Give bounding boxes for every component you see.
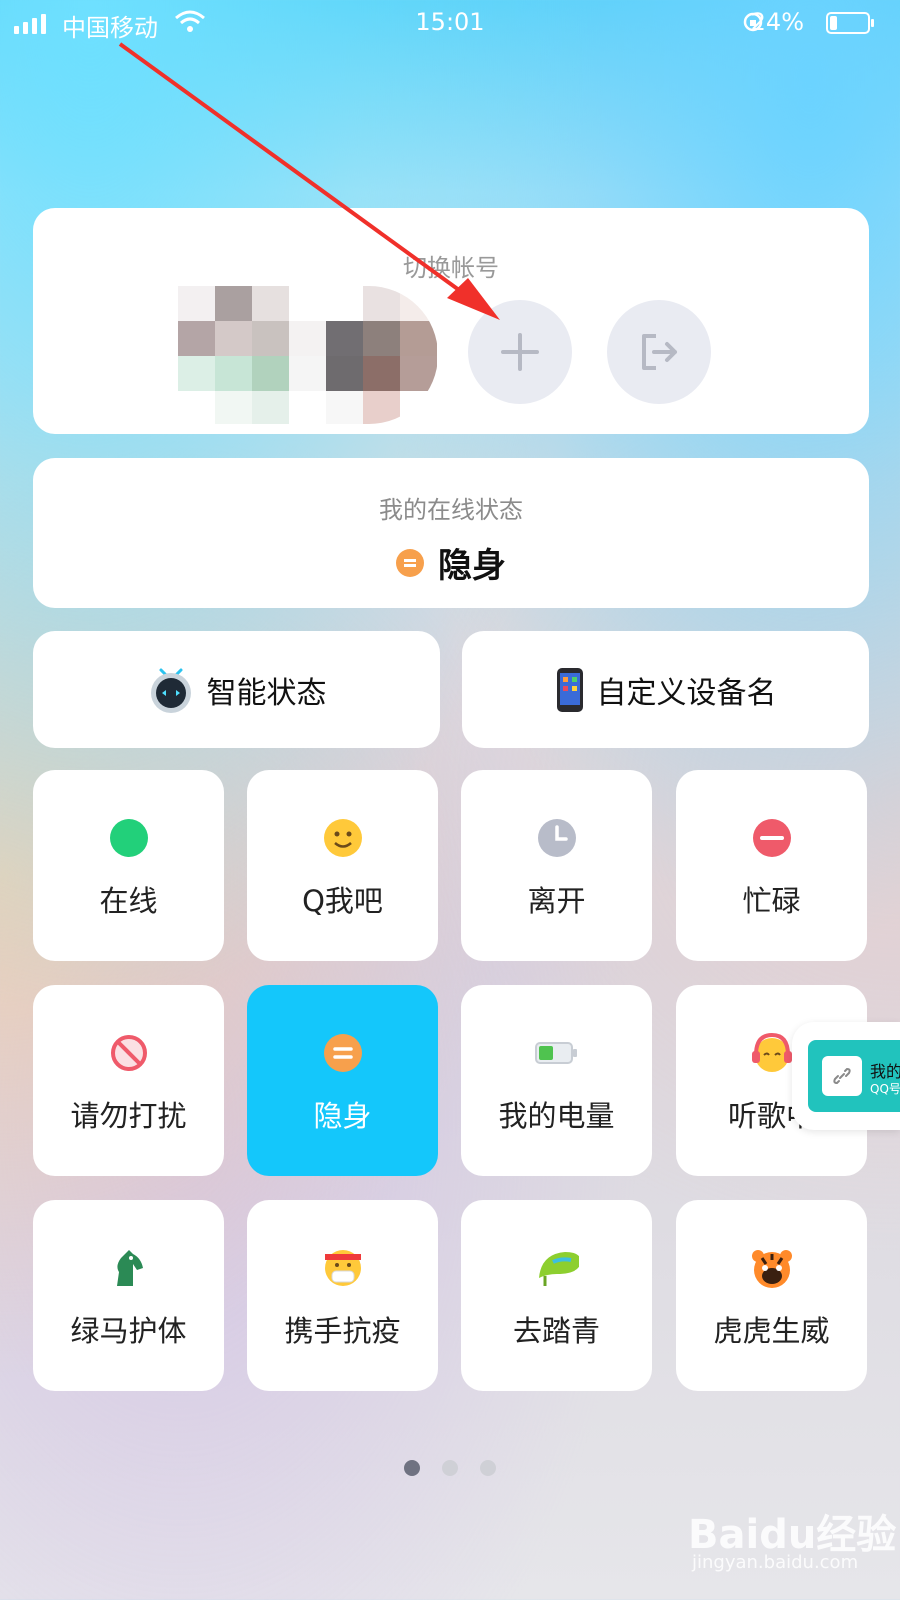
page-dot-2[interactable]	[442, 1460, 458, 1476]
status-tile-label: 离开	[527, 884, 586, 918]
link-icon	[822, 1056, 862, 1096]
status-tile-label: 在线	[99, 884, 158, 918]
status-tile-spring-outing[interactable]: 去踏青	[461, 1200, 652, 1391]
battery-icon	[534, 1031, 579, 1075]
status-tile-fight-epidemic[interactable]: 携手抗疫	[247, 1200, 438, 1391]
phone-icon	[556, 667, 583, 712]
floating-widget-line2: QQ号	[870, 1082, 900, 1096]
invisible-icon	[321, 1031, 365, 1075]
robot-icon	[150, 668, 191, 713]
green-horse-icon	[107, 1246, 151, 1290]
add-account-button[interactable]	[468, 300, 572, 404]
green-dot-icon	[107, 816, 151, 860]
online-status-value: 隐身	[33, 538, 869, 587]
status-tile-do-not-disturb[interactable]: 请勿打扰	[33, 985, 224, 1176]
tiger-icon	[750, 1246, 794, 1290]
floating-widget-line1: 我的	[870, 1062, 900, 1081]
status-bar: 中国移动 15:01 24%	[0, 0, 900, 46]
baidu-watermark-url: jingyan.baidu.com	[692, 1552, 859, 1573]
headphone-icon	[750, 1031, 794, 1075]
page-indicator[interactable]	[0, 1460, 900, 1476]
battery-icon	[826, 12, 874, 34]
busy-icon	[750, 816, 794, 860]
plus-icon	[501, 333, 539, 371]
account-avatars-blurred[interactable]	[178, 286, 438, 424]
status-tile-battery[interactable]: 我的电量	[461, 985, 652, 1176]
status-tile-q-me[interactable]: Q我吧	[247, 770, 438, 961]
online-status-card[interactable]: 我的在线状态 隐身	[33, 458, 869, 608]
status-tile-label: 我的电量	[498, 1099, 615, 1133]
status-tile-green-horse[interactable]: 绿马护体	[33, 1200, 224, 1391]
page-dot-3[interactable]	[480, 1460, 496, 1476]
status-tile-label: 请勿打扰	[70, 1099, 187, 1133]
online-status-label: 我的在线状态	[379, 496, 523, 524]
invisible-icon	[396, 548, 424, 577]
status-tile-label: 隐身	[313, 1099, 372, 1133]
status-tile-tiger[interactable]: 虎虎生威	[676, 1200, 867, 1391]
status-tile-label: 绿马护体	[70, 1314, 187, 1348]
smile-icon	[321, 816, 365, 860]
status-tile-away[interactable]: 离开	[461, 770, 652, 961]
status-tile-label: 去踏青	[512, 1314, 600, 1348]
status-tile-online[interactable]: 在线	[33, 770, 224, 961]
status-tile-label: Q我吧	[302, 884, 383, 918]
floating-share-widget[interactable]: 我的 QQ号	[792, 1022, 900, 1130]
battery-percent: 24%	[750, 8, 804, 36]
custom-device-name-button[interactable]: 自定义设备名	[462, 631, 869, 748]
status-tile-label: 携手抗疫	[284, 1314, 401, 1348]
custom-device-name-label: 自定义设备名	[596, 675, 777, 711]
smart-status-button[interactable]: 智能状态	[33, 631, 440, 748]
account-switch-card: 切换帐号	[33, 208, 869, 434]
clock-icon	[535, 816, 579, 860]
floating-widget-panel: 我的 QQ号	[808, 1040, 900, 1112]
status-tile-label: 忙碌	[742, 884, 801, 918]
online-status-current: 隐身	[438, 546, 506, 586]
smart-status-label: 智能状态	[206, 675, 327, 711]
no-entry-icon	[107, 1031, 151, 1075]
logout-icon	[642, 334, 677, 370]
mask-icon	[321, 1246, 365, 1290]
leaf-icon	[535, 1246, 579, 1290]
page-dot-1[interactable]	[404, 1460, 420, 1476]
status-tile-invisible[interactable]: 隐身	[247, 985, 438, 1176]
status-tile-busy[interactable]: 忙碌	[676, 770, 867, 961]
logout-button[interactable]	[607, 300, 711, 404]
status-tile-label: 虎虎生威	[713, 1314, 830, 1348]
account-switch-title: 切换帐号	[403, 254, 499, 282]
